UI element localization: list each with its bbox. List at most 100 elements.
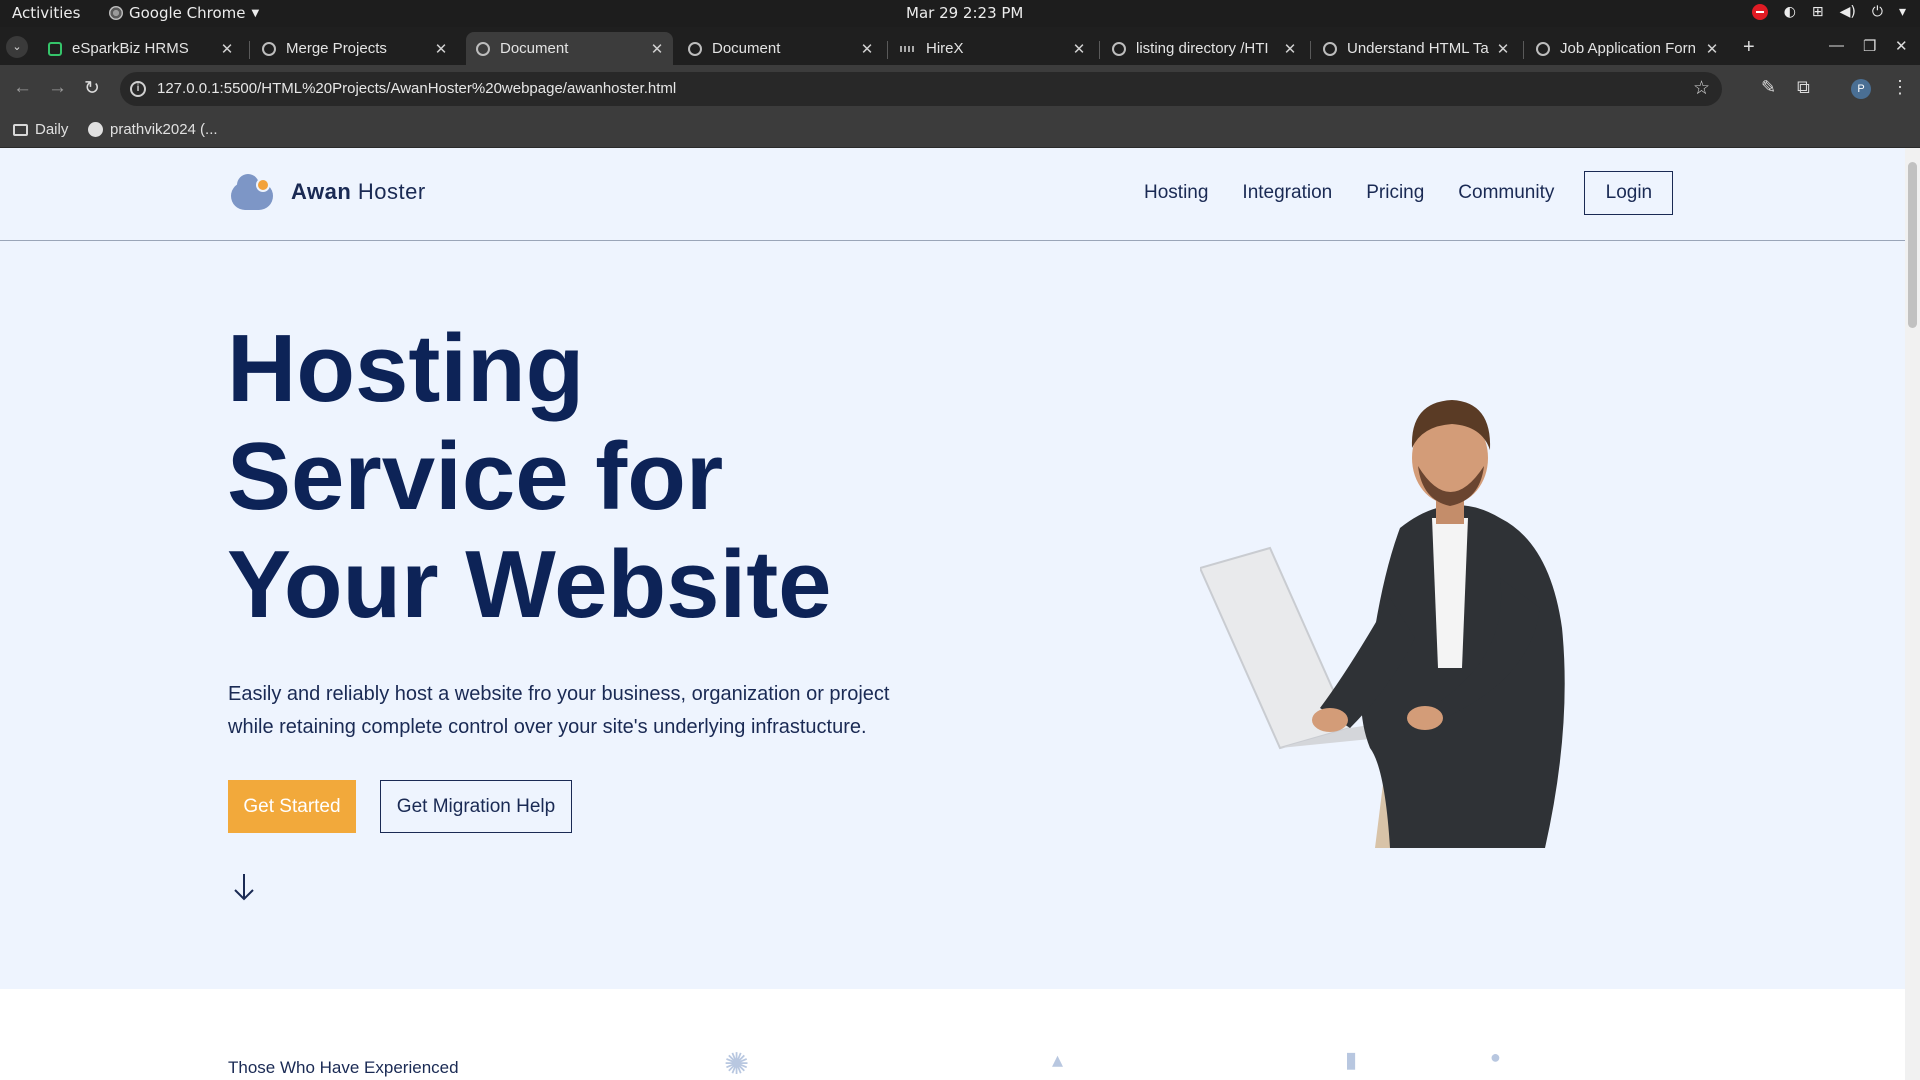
tab-label: Merge Projects: [286, 40, 387, 57]
page-scrollbar[interactable]: [1905, 148, 1920, 1080]
tab-hirex[interactable]: HireX ✕: [890, 32, 1095, 65]
chrome-icon: [109, 6, 123, 20]
power-icon: ⏻: [1871, 4, 1883, 20]
tab-separator: [1523, 41, 1524, 59]
tab-job-application[interactable]: Job Application Forn ✕: [1526, 32, 1728, 65]
app-menu-label: Google Chrome: [129, 4, 246, 22]
subtext-line: Easily and reliably host a website fro y…: [228, 683, 890, 705]
address-bar[interactable]: i 127.0.0.1:5500/HTML%20Projects/AwanHos…: [120, 72, 1722, 106]
reload-icon[interactable]: ↻: [84, 77, 100, 100]
minimize-icon[interactable]: —: [1829, 37, 1844, 54]
eyedropper-icon[interactable]: ✎: [1761, 77, 1776, 98]
close-icon[interactable]: ✕: [857, 40, 877, 58]
tab-esparkbiz[interactable]: eSparkBiz HRMS ✕: [38, 32, 243, 65]
get-started-button[interactable]: Get Started: [228, 780, 356, 833]
clock[interactable]: Mar 29 2:23 PM: [906, 4, 1023, 22]
close-icon[interactable]: ✕: [647, 40, 667, 58]
tab-search-button[interactable]: ⌄: [6, 36, 28, 58]
tab-label: listing directory /HTI: [1136, 40, 1269, 57]
globe-icon: [1112, 41, 1126, 56]
forward-arrow-icon[interactable]: →: [48, 77, 67, 99]
profile-avatar[interactable]: P: [1851, 79, 1871, 99]
app-menu[interactable]: Google Chrome ▼: [109, 4, 259, 22]
nav-link-community[interactable]: Community: [1458, 182, 1554, 204]
hero-subtext: Easily and reliably host a website fro y…: [228, 678, 948, 744]
tab-document[interactable]: Document ✕: [678, 32, 883, 65]
tab-separator: [249, 41, 250, 59]
partner-logo-icon: ●: [1490, 1047, 1501, 1067]
headline-line: Service for: [227, 423, 724, 530]
tab-label: Document: [500, 40, 569, 57]
subtext-line: while retaining complete control over yo…: [228, 716, 867, 738]
globe-icon: [1536, 41, 1550, 56]
more-menu-icon[interactable]: ⋮: [1891, 77, 1909, 98]
page-viewport: Awan Hoster Hosting Integration Pricing …: [0, 148, 1920, 1080]
bookmark-prathvik[interactable]: prathvik2024 (...: [88, 121, 218, 138]
partner-logo-icon: ▴: [1052, 1047, 1064, 1072]
headline-line: Hosting: [227, 315, 585, 422]
bookmark-label: prathvik2024 (...: [110, 121, 218, 138]
close-icon[interactable]: ✕: [431, 40, 451, 58]
globe-icon: [262, 41, 276, 56]
caret-down-icon: ▼: [251, 7, 260, 19]
bookmark-star-icon[interactable]: ☆: [1693, 77, 1710, 100]
tab-label: eSparkBiz HRMS: [72, 40, 189, 57]
close-icon[interactable]: ✕: [217, 40, 237, 58]
arrow-down-icon[interactable]: [233, 872, 255, 902]
folder-icon: [13, 123, 28, 136]
volume-icon: ◀): [1839, 4, 1856, 20]
extensions-icon[interactable]: ⧉: [1797, 77, 1810, 98]
system-tray[interactable]: ◐ ⊞ ◀) ⏻ ▾: [1751, 4, 1906, 20]
network-icon: ⊞: [1811, 4, 1824, 20]
get-migration-help-button[interactable]: Get Migration Help: [380, 780, 572, 833]
bookmarks-bar: Daily prathvik2024 (...: [0, 113, 1920, 148]
section-caption: Those Who Have Experienced: [228, 1058, 459, 1077]
close-icon[interactable]: ✕: [1493, 40, 1513, 58]
site-info-icon[interactable]: i: [130, 81, 146, 97]
esparkbiz-favicon-icon: [48, 41, 62, 56]
nav-link-hosting[interactable]: Hosting: [1144, 182, 1208, 204]
activities-button[interactable]: Activities: [12, 4, 80, 22]
tab-label: Job Application Forn: [1560, 40, 1696, 57]
browser-toolbar: ← → ↻ i 127.0.0.1:5500/HTML%20Projects/A…: [0, 65, 1920, 113]
site-logo[interactable]: Awan Hoster: [231, 174, 426, 210]
site-navbar: Awan Hoster Hosting Integration Pricing …: [0, 148, 1905, 241]
tab-listing-directory[interactable]: listing directory /HTI ✕: [1102, 32, 1306, 65]
back-arrow-icon[interactable]: ←: [13, 77, 32, 99]
close-icon[interactable]: ✕: [1280, 40, 1300, 58]
login-button[interactable]: Login: [1584, 171, 1674, 215]
do-not-disturb-icon: [1751, 4, 1768, 20]
tab-understand-html[interactable]: Understand HTML Ta ✕: [1313, 32, 1519, 65]
bookmark-daily[interactable]: Daily: [13, 121, 68, 138]
close-icon[interactable]: ✕: [1702, 40, 1722, 58]
nav-link-integration[interactable]: Integration: [1242, 182, 1332, 204]
restore-icon[interactable]: ❐: [1863, 37, 1876, 55]
tab-separator: [1099, 41, 1100, 59]
night-light-icon: ◐: [1783, 4, 1796, 20]
close-window-icon[interactable]: ✕: [1895, 37, 1908, 55]
globe-icon: [1323, 41, 1337, 56]
nav-link-pricing[interactable]: Pricing: [1366, 182, 1424, 204]
scrollbar-thumb[interactable]: [1908, 162, 1917, 328]
tab-strip: ⌄ eSparkBiz HRMS ✕ Merge Projects ✕ Docu…: [0, 27, 1920, 65]
partner-logo-icon: ✺: [724, 1048, 750, 1080]
tab-label: Understand HTML Ta: [1347, 40, 1489, 57]
partner-logo-icon: ▮: [1345, 1047, 1358, 1072]
tab-label: HireX: [926, 40, 964, 57]
hero-headline: Hosting Service for Your Website: [227, 315, 927, 639]
bookmark-label: Daily: [35, 121, 69, 138]
chevron-down-icon: ▾: [1898, 4, 1906, 20]
system-top-bar: Activities Google Chrome ▼ Mar 29 2:23 P…: [0, 0, 1920, 27]
tab-document-active[interactable]: Document ✕: [466, 32, 673, 65]
url-text[interactable]: 127.0.0.1:5500/HTML%20Projects/AwanHoste…: [157, 80, 676, 97]
new-tab-button[interactable]: +: [1743, 36, 1755, 59]
tab-merge-projects[interactable]: Merge Projects ✕: [252, 32, 457, 65]
github-icon: [88, 122, 103, 137]
hirex-favicon-icon: [900, 45, 916, 52]
tab-label: Document: [712, 40, 781, 57]
close-icon[interactable]: ✕: [1069, 40, 1089, 58]
globe-icon: [688, 41, 702, 56]
cloud-logo-icon: [231, 174, 273, 210]
globe-icon: [476, 41, 490, 56]
site-nav-links: Hosting Integration Pricing Community Lo…: [1144, 171, 1674, 215]
